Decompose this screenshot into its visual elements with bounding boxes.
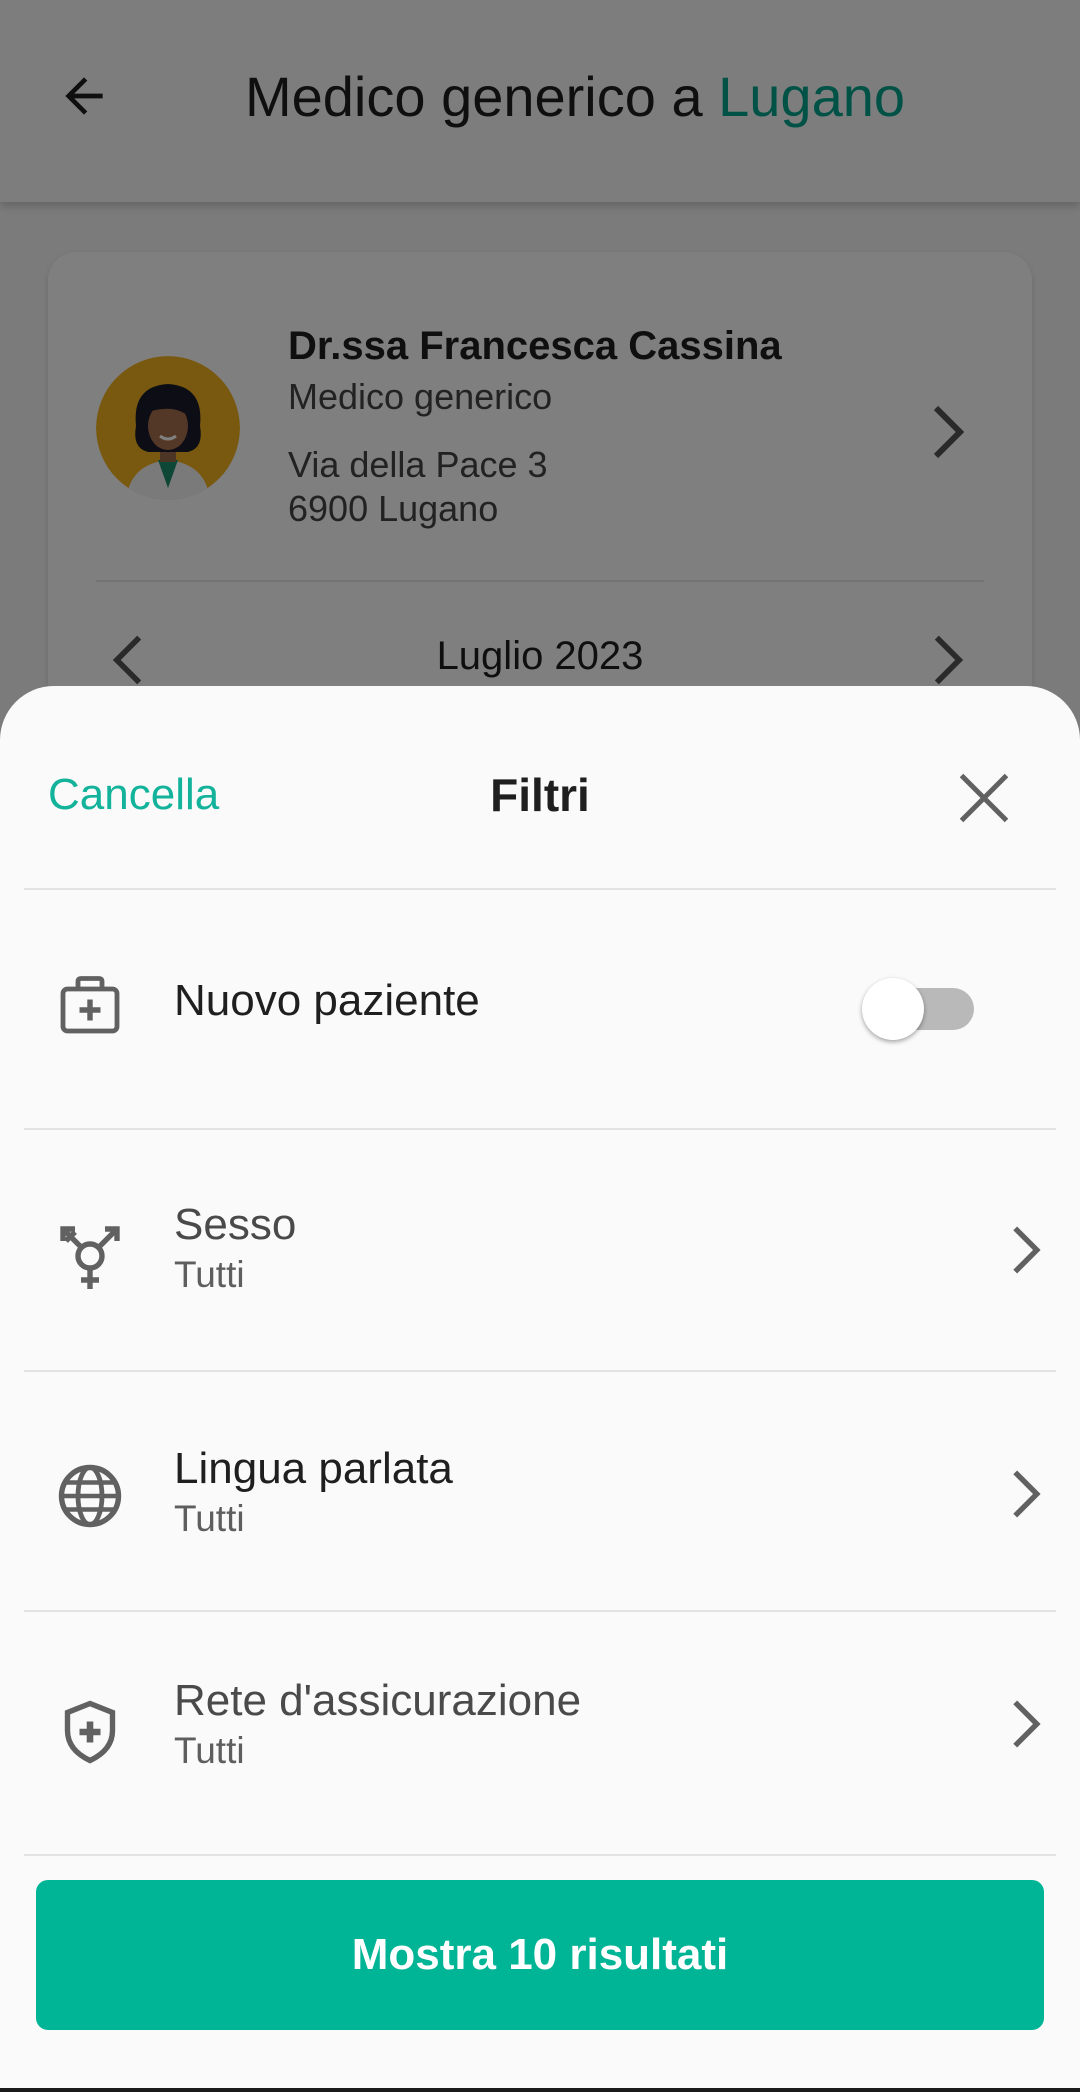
globe-icon	[58, 1464, 122, 1528]
chevron-right-icon	[1013, 1700, 1041, 1748]
system-nav-bar	[0, 2088, 1080, 2092]
chevron-right-icon	[1013, 1226, 1041, 1274]
filter-row-gender[interactable]: Sesso Tutti	[24, 1130, 1056, 1370]
chevron-right-icon	[1013, 1470, 1041, 1518]
shield-plus-icon	[64, 1700, 116, 1764]
filter-bottom-sheet: Cancella Filtri Nuovo paziente Sesso Tut…	[0, 686, 1080, 2092]
filter-value: Tutti	[174, 1730, 245, 1771]
filter-value: Tutti	[174, 1498, 245, 1539]
toggle-knob	[862, 978, 924, 1040]
filter-row-new-patient[interactable]: Nuovo paziente	[24, 890, 1056, 1128]
filter-row-language[interactable]: Lingua parlata Tutti	[24, 1372, 1056, 1610]
divider	[24, 1854, 1056, 1856]
new-patient-toggle[interactable]	[862, 974, 994, 1044]
show-results-button[interactable]: Mostra 10 risultati	[36, 1880, 1044, 2030]
filter-value: Tutti	[174, 1254, 245, 1295]
filter-label: Rete d'assicurazione	[174, 1676, 582, 1725]
sheet-title: Filtri	[490, 769, 590, 821]
filter-row-insurance-network[interactable]: Rete d'assicurazione Tutti	[24, 1612, 1056, 1850]
close-icon[interactable]	[954, 768, 1014, 828]
filter-label: Lingua parlata	[174, 1444, 453, 1493]
gender-icon	[60, 1226, 120, 1289]
medical-kit-icon	[60, 976, 120, 1034]
filter-label: Sesso	[174, 1200, 297, 1249]
filter-label: Nuovo paziente	[174, 976, 480, 1025]
